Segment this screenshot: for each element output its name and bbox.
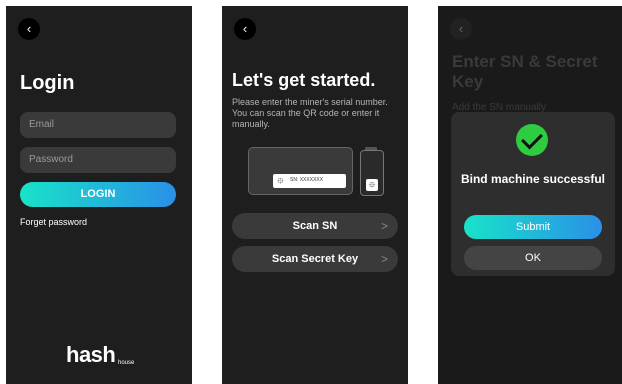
chevron-right-icon: >	[380, 219, 388, 233]
success-modal: Bind machine successful Submit OK	[451, 112, 615, 276]
submit-button[interactable]: Submit	[464, 215, 602, 239]
login-screen: ‹ Login Email Password LOGIN Forget pass…	[6, 6, 192, 384]
logo-subtext: house	[118, 360, 135, 366]
chevron-left-icon[interactable]: ‹	[450, 18, 472, 40]
checkmark-icon	[521, 127, 543, 150]
chevron-left-icon[interactable]: ‹	[234, 18, 256, 40]
scan-sn-button[interactable]: Scan SN >	[232, 213, 398, 239]
logo-text: hash	[66, 342, 116, 367]
success-message: Bind machine successful	[460, 172, 606, 186]
miner-illustration: ⯐ SN: XXXXXXX	[248, 147, 353, 195]
scanner-illustration: ⯐	[360, 150, 384, 196]
background-title: Enter SN & Secret Key	[452, 52, 598, 91]
page-title: Login	[20, 72, 75, 94]
sn-label-sticker: ⯐ SN: XXXXXXX	[273, 174, 346, 188]
scan-secret-key-label: Scan Secret Key	[271, 253, 359, 265]
scan-secret-key-button[interactable]: Scan Secret Key >	[232, 246, 398, 272]
password-field[interactable]: Password	[20, 147, 176, 173]
bind-screen: ‹ Enter SN & Secret Key Add the SN manua…	[438, 6, 622, 384]
login-button[interactable]: LOGIN	[20, 182, 176, 207]
ok-button[interactable]: OK	[464, 246, 602, 270]
qr-code-icon: ⯐	[366, 179, 378, 191]
email-field[interactable]: Email	[20, 112, 176, 138]
sn-label-text: SN: XXXXXXX	[290, 177, 324, 183]
scan-sn-label: Scan SN	[292, 220, 338, 232]
start-screen: ‹ Let's get started. Please enter the mi…	[222, 6, 408, 384]
page-title: Let's get started.	[232, 70, 376, 90]
hash-house-logo: hash house	[66, 342, 134, 368]
chevron-left-icon[interactable]: ‹	[18, 18, 40, 40]
chevron-right-icon: >	[380, 252, 388, 266]
qr-code-icon: ⯐	[277, 176, 284, 186]
check-circle-icon	[516, 124, 548, 156]
forget-password-link[interactable]: Forget password	[20, 217, 87, 227]
description: Please enter the miner's serial number. …	[232, 97, 388, 129]
